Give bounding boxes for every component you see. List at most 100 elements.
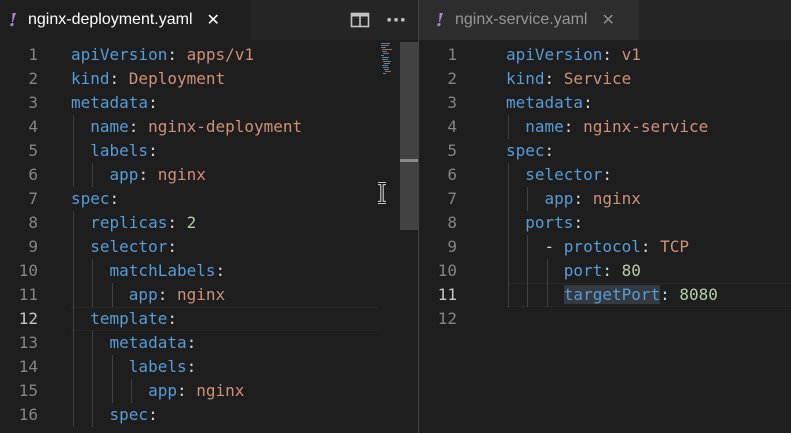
code-text: apiVersion: v1 (506, 43, 641, 67)
code-token: selector (525, 165, 603, 184)
line-number: 1 (447, 45, 457, 64)
code-token: spec (506, 141, 545, 160)
code-line[interactable]: 12 (419, 307, 791, 331)
code-line[interactable]: 8 replicas: 2 (0, 211, 418, 235)
code-line[interactable]: 4 name: nginx-service (419, 115, 791, 139)
line-number: 5 (447, 141, 457, 160)
tab-nginx-service[interactable]: ! nginx-service.yaml ✕ (419, 0, 639, 40)
code-token: template (90, 309, 168, 328)
code-text: kind: Service (506, 67, 631, 91)
highlighted-token: targetPort (563, 285, 661, 304)
line-number: 7 (447, 189, 457, 208)
split-editor-button[interactable] (344, 6, 376, 34)
line-number: 1 (28, 45, 38, 64)
code-line[interactable]: 3 metadata: (0, 91, 418, 115)
code-token: : (148, 405, 158, 424)
code-line[interactable]: 6 selector: (419, 163, 791, 187)
line-number: 7 (28, 189, 38, 208)
editor-group-left: ! nginx-deployment.yaml ✕ ··· 1 apiVersi… (0, 0, 418, 433)
code-token: metadata (71, 93, 149, 112)
code-token: nginx (196, 381, 245, 400)
code-line[interactable]: 5 spec: (419, 139, 791, 163)
yaml-file-icon: ! (9, 9, 17, 31)
code-token: app (544, 189, 574, 208)
code-line[interactable]: 16 spec: (0, 403, 418, 427)
close-icon[interactable]: ✕ (601, 12, 614, 28)
line-number: 11 (437, 285, 457, 304)
code-line[interactable]: 15 app: nginx (0, 379, 418, 403)
line-number: 8 (447, 213, 457, 232)
line-number: 2 (447, 69, 457, 88)
code-line[interactable]: 2 kind: Deployment (0, 67, 418, 91)
code-token: app (128, 285, 158, 304)
code-token: Service (563, 69, 632, 88)
code-token: matchLabels (109, 261, 216, 280)
code-text: - protocol: TCP (506, 235, 690, 259)
line-number: 2 (28, 69, 38, 88)
code-text: name: nginx-deployment (71, 115, 302, 139)
code-line[interactable]: 1 apiVersion: apps/v1 (0, 43, 418, 67)
code-line[interactable]: 4 name: nginx-deployment (0, 115, 418, 139)
code-editor-right[interactable]: 1 apiVersion: v1 2 kind: Service 3 metadata: 4… (419, 40, 791, 433)
line-number: 12 (437, 309, 457, 328)
code-line[interactable]: 12 template: (0, 307, 418, 331)
code-line[interactable]: 11 targetPort: 8080 (419, 283, 791, 307)
code-line[interactable]: 11 app: nginx (0, 283, 418, 307)
code-token: nginx-service (583, 117, 709, 136)
code-token: : (640, 237, 661, 256)
code-token: : (544, 141, 555, 160)
code-text: app: nginx (506, 187, 641, 211)
code-line[interactable]: 2 kind: Service (419, 67, 791, 91)
code-line[interactable]: 9 selector: (0, 235, 418, 259)
code-line[interactable]: 14 labels: (0, 355, 418, 379)
close-icon[interactable]: ✕ (207, 12, 220, 28)
tab-nginx-deployment[interactable]: ! nginx-deployment.yaml ✕ (0, 0, 250, 40)
code-text: spec: (71, 187, 119, 211)
code-line[interactable]: 5 labels: (0, 139, 418, 163)
code-token: spec (109, 405, 149, 424)
code-line[interactable]: 6 app: nginx (0, 163, 418, 187)
code-text: ports: (506, 211, 583, 235)
code-token: nginx (592, 189, 641, 208)
split-editor-icon (350, 12, 370, 28)
code-line[interactable]: 7 app: nginx (419, 187, 791, 211)
code-token: : (186, 357, 197, 376)
code-token: : (176, 381, 197, 400)
code-line[interactable]: 10 port: 80 (419, 259, 791, 283)
code-token: : (215, 261, 226, 280)
code-token: Deployment (128, 69, 226, 88)
line-number: 13 (18, 333, 38, 352)
code-token: : (186, 333, 197, 352)
code-token: apiVersion (71, 45, 168, 64)
code-line[interactable]: 10 matchLabels: (0, 259, 418, 283)
code-token: : (167, 213, 187, 232)
code-editor-left[interactable]: 1 apiVersion: apps/v1 2 kind: Deployment 3 me… (0, 40, 418, 433)
code-token: : (602, 261, 622, 280)
tab-title: nginx-service.yaml (455, 11, 588, 28)
code-line[interactable]: 8 ports: (419, 211, 791, 235)
code-token: name (525, 117, 564, 136)
code-token: replicas (90, 213, 168, 232)
code-line[interactable]: 7 spec: (0, 187, 418, 211)
code-line[interactable]: 9 - protocol: TCP (419, 235, 791, 259)
more-actions-button[interactable]: ··· (380, 6, 412, 34)
code-text: selector: (71, 235, 177, 259)
code-text: port: 80 (506, 259, 641, 283)
code-line[interactable]: 13 metadata: (0, 331, 418, 355)
code-token: : (148, 93, 158, 112)
code-line[interactable]: 1 apiVersion: v1 (419, 43, 791, 67)
code-token: v1 (621, 45, 641, 64)
code-line[interactable]: 3 metadata: (419, 91, 791, 115)
code-token: labels (90, 141, 149, 160)
code-text: replicas: 2 (71, 211, 196, 235)
